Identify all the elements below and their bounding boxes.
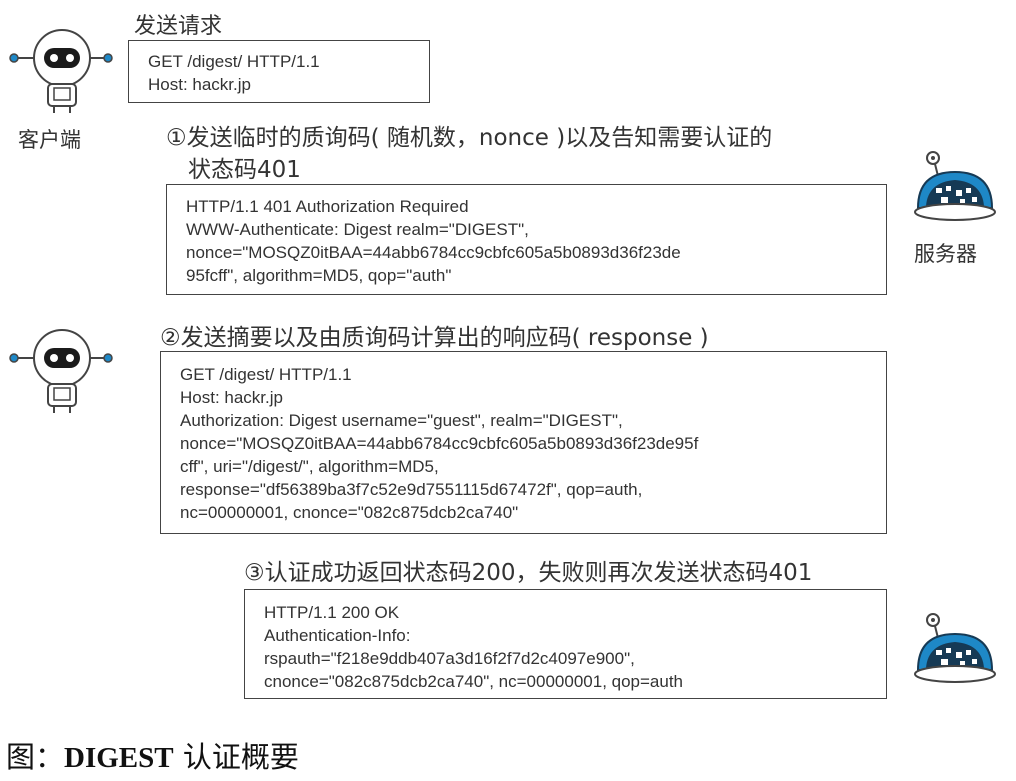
caption-suffix: 认证概要 bbox=[173, 740, 299, 774]
response1-line: WWW-Authenticate: Digest realm="DIGEST", bbox=[186, 220, 529, 239]
step1-text: 状态码401 bbox=[188, 157, 301, 183]
request2-line: Host: hackr.jp bbox=[180, 388, 283, 407]
request2-line: GET /digest/ HTTP/1.1 bbox=[180, 365, 352, 384]
request2-box: GET /digest/ HTTP/1.1 Host: hackr.jp Aut… bbox=[160, 351, 887, 534]
send-request-label: 发送请求 bbox=[134, 14, 223, 39]
response1-line: nonce="MOSQZ0itBAA=44abb6784cc9cbfc605a5… bbox=[186, 243, 681, 262]
client-robot-icon bbox=[9, 329, 113, 413]
server-label: 服务器 bbox=[914, 242, 977, 266]
request1-line: GET /digest/ HTTP/1.1 bbox=[148, 52, 320, 71]
caption-prefix: 图： bbox=[6, 740, 65, 774]
request1-line: Host: hackr.jp bbox=[148, 75, 251, 94]
server-dome-icon bbox=[914, 151, 996, 221]
client-robot-icon bbox=[9, 29, 113, 113]
client-label: 客户端 bbox=[18, 128, 81, 152]
request2-line: Authorization: Digest username="guest", … bbox=[180, 411, 623, 430]
response2-line: Authentication-Info: bbox=[264, 626, 411, 645]
caption-bold: DIGEST bbox=[64, 742, 174, 774]
step2-text: ②发送摘要以及由质询码计算出的响应码( response ) bbox=[160, 325, 709, 351]
request1-box: GET /digest/ HTTP/1.1 Host: hackr.jp bbox=[128, 40, 430, 103]
response2-line: cnonce="082c875dcb2ca740", nc=00000001, … bbox=[264, 672, 684, 691]
request2-line: cff", uri="/digest/", algorithm=MD5, bbox=[180, 457, 439, 476]
response1-line: HTTP/1.1 401 Authorization Required bbox=[186, 197, 469, 216]
response2-line: HTTP/1.1 200 OK bbox=[264, 603, 400, 622]
step1-text: ①发送临时的质询码( 随机数，nonce )以及告知需要认证的 bbox=[166, 125, 773, 151]
response1-box: HTTP/1.1 401 Authorization Required WWW-… bbox=[166, 184, 887, 295]
response2-box: HTTP/1.1 200 OK Authentication-Info: rsp… bbox=[244, 589, 887, 699]
request2-line: nc=00000001, cnonce="082c875dcb2ca740" bbox=[180, 503, 519, 522]
response2-line: rspauth="f218e9ddb407a3d16f2f7d2c4097e90… bbox=[264, 649, 635, 668]
server-dome-icon bbox=[914, 613, 996, 683]
step3-text: ③认证成功返回状态码200，失败则再次发送状态码401 bbox=[244, 560, 813, 586]
response1-line: 95fcff", algorithm=MD5, qop="auth" bbox=[186, 266, 452, 285]
request2-line: response="df56389ba3f7c52e9d7551115d6747… bbox=[180, 480, 643, 499]
figure-caption: 图：DIGEST 认证概要 bbox=[6, 734, 299, 776]
request2-line: nonce="MOSQZ0itBAA=44abb6784cc9cbfc605a5… bbox=[180, 434, 699, 453]
